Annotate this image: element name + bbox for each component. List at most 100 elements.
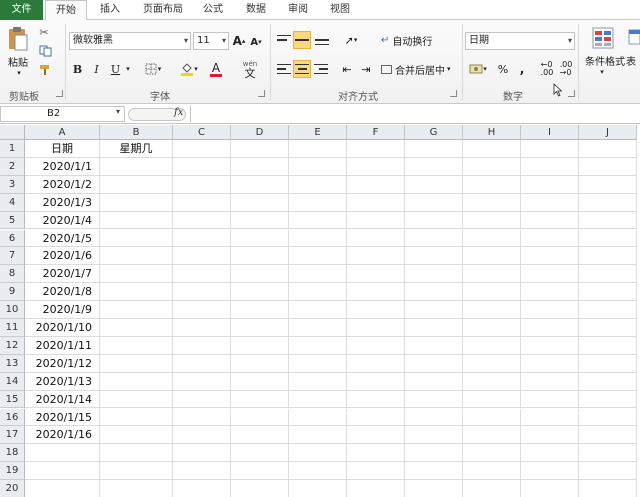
cell-j2[interactable] [579,157,637,176]
name-box[interactable]: B2 [0,106,125,122]
cell-b4[interactable] [100,193,173,212]
tab-file[interactable]: 文件 [0,0,43,20]
column-header-c[interactable]: C [173,125,231,140]
cell-g2[interactable] [405,157,463,176]
column-header-g[interactable]: G [405,125,463,140]
cell-j9[interactable] [579,283,637,302]
cell-b8[interactable] [100,265,173,284]
align-middle-button[interactable] [293,31,311,49]
cell-e20[interactable] [289,480,347,497]
cell-f9[interactable] [347,283,405,302]
underline-dropdown-icon[interactable]: ▾ [124,63,132,75]
row-header-19[interactable]: 19 [0,462,25,481]
number-format-combo[interactable]: 日期 ▾ [465,32,575,50]
cell-g3[interactable] [405,175,463,194]
cell-f4[interactable] [347,193,405,212]
cell-f18[interactable] [347,444,405,463]
cell-a11[interactable]: 2020/1/10 [25,319,100,337]
align-left-button[interactable] [276,60,292,78]
cell-e1[interactable] [289,140,347,158]
cell-c16[interactable] [173,408,231,427]
cell-e8[interactable] [289,265,347,284]
cell-g6[interactable] [405,229,463,248]
clipboard-launcher-icon[interactable] [56,90,63,97]
cell-b19[interactable] [100,462,173,481]
cell-b10[interactable] [100,301,173,319]
cell-e18[interactable] [289,444,347,463]
cell-c17[interactable] [173,426,231,445]
name-box-chevron-down-icon[interactable]: ▾ [116,107,120,116]
cell-g7[interactable] [405,247,463,266]
cell-g19[interactable] [405,462,463,481]
row-header-2[interactable]: 2 [0,157,25,176]
cell-g9[interactable] [405,283,463,302]
row-header-15[interactable]: 15 [0,390,25,409]
cell-h8[interactable] [463,265,521,284]
column-header-h[interactable]: H [463,125,521,140]
cell-f1[interactable] [347,140,405,158]
cell-e15[interactable] [289,390,347,409]
cell-j12[interactable] [579,336,637,355]
cell-c6[interactable] [173,229,231,248]
decrease-decimal-button[interactable]: .00 →0 [558,60,574,78]
cell-e13[interactable] [289,354,347,373]
cell-f7[interactable] [347,247,405,266]
cell-c5[interactable] [173,211,231,230]
cell-b18[interactable] [100,444,173,463]
cell-d19[interactable] [231,462,289,481]
cell-a3[interactable]: 2020/1/2 [25,175,100,194]
cell-c10[interactable] [173,301,231,319]
cell-b3[interactable] [100,175,173,194]
row-header-11[interactable]: 11 [0,319,25,337]
cell-b13[interactable] [100,354,173,373]
italic-button[interactable]: I [89,61,104,77]
fill-color-button[interactable]: ▾ [177,60,201,78]
cell-c7[interactable] [173,247,231,266]
percent-button[interactable]: % [495,60,511,78]
cell-j15[interactable] [579,390,637,409]
cell-f6[interactable] [347,229,405,248]
column-header-f[interactable]: F [347,125,405,140]
cell-e17[interactable] [289,426,347,445]
cell-j5[interactable] [579,211,637,230]
cell-a14[interactable]: 2020/1/13 [25,372,100,391]
row-header-18[interactable]: 18 [0,444,25,463]
cell-a7[interactable]: 2020/1/6 [25,247,100,266]
cell-e9[interactable] [289,283,347,302]
cell-f10[interactable] [347,301,405,319]
cell-f20[interactable] [347,480,405,497]
accounting-format-button[interactable]: ▾ [466,60,490,78]
row-header-10[interactable]: 10 [0,301,25,319]
cell-h12[interactable] [463,336,521,355]
cell-b7[interactable] [100,247,173,266]
cell-f15[interactable] [347,390,405,409]
cell-e19[interactable] [289,462,347,481]
cell-i3[interactable] [521,175,579,194]
cell-d7[interactable] [231,247,289,266]
cell-i9[interactable] [521,283,579,302]
cell-h18[interactable] [463,444,521,463]
cut-icon[interactable]: ✂ [37,25,51,39]
cell-b12[interactable] [100,336,173,355]
cell-a9[interactable]: 2020/1/8 [25,283,100,302]
cell-e10[interactable] [289,301,347,319]
cell-e5[interactable] [289,211,347,230]
cell-h9[interactable] [463,283,521,302]
merge-center-button[interactable]: 合并后居中 ▾ [381,60,461,78]
underline-button[interactable]: U [108,61,123,77]
cell-g8[interactable] [405,265,463,284]
cell-d20[interactable] [231,480,289,497]
cell-a16[interactable]: 2020/1/15 [25,408,100,427]
cell-g20[interactable] [405,480,463,497]
row-header-13[interactable]: 13 [0,354,25,373]
cell-i6[interactable] [521,229,579,248]
cell-f17[interactable] [347,426,405,445]
number-launcher-icon[interactable] [568,90,575,97]
cell-b11[interactable] [100,319,173,337]
row-header-8[interactable]: 8 [0,265,25,284]
cell-i10[interactable] [521,301,579,319]
cell-i16[interactable] [521,408,579,427]
font-launcher-icon[interactable] [258,90,265,97]
cell-a5[interactable]: 2020/1/4 [25,211,100,230]
cell-a17[interactable]: 2020/1/16 [25,426,100,445]
